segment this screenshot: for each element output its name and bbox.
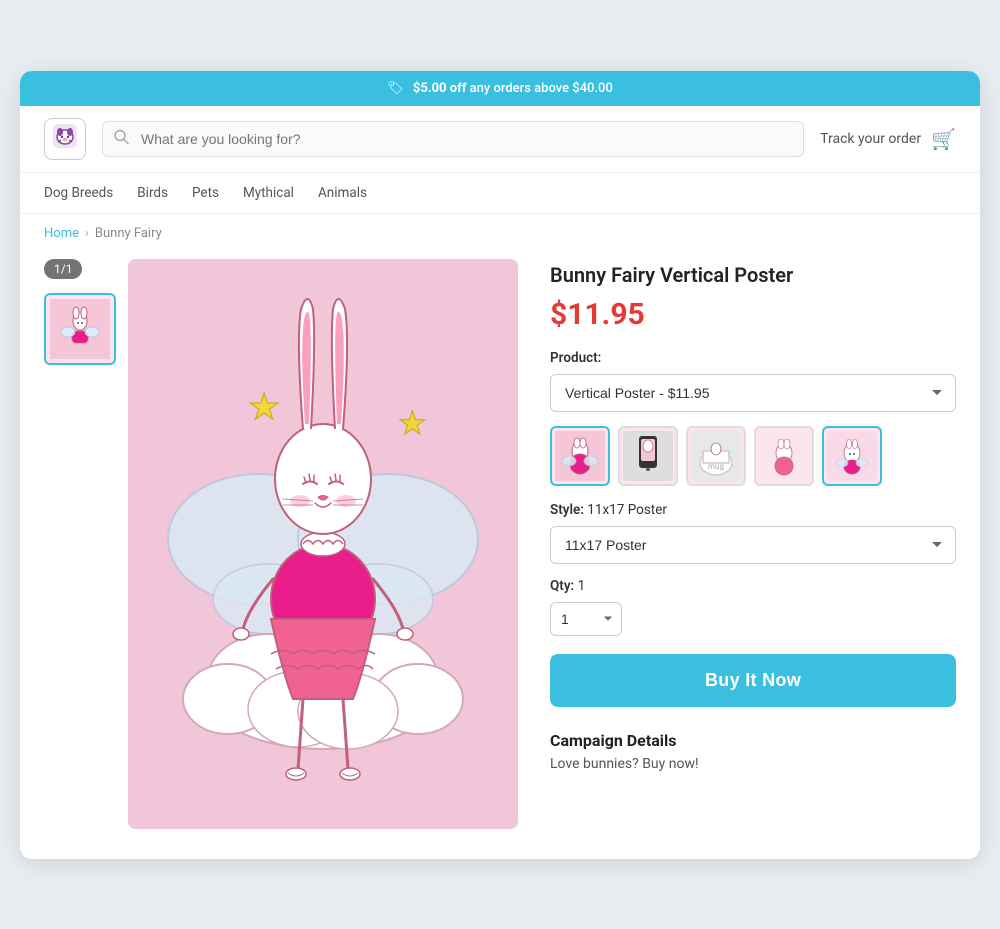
- main-image-wrap: ★ ★: [128, 259, 518, 829]
- product-title: Bunny Fairy Vertical Poster: [550, 263, 956, 287]
- campaign-description: Love bunnies? Buy now!: [550, 756, 956, 772]
- discount-amount: $5.00 off: [413, 81, 466, 96]
- image-counter: 1/1: [44, 259, 82, 279]
- search-container: [102, 121, 804, 157]
- buy-now-button[interactable]: Buy It Now: [550, 654, 956, 707]
- svg-text:★: ★: [398, 404, 427, 442]
- variant-thumb-image-2: mug: [688, 428, 744, 484]
- page-wrapper: 🏷 $5.00 off any orders above $40.00: [20, 71, 980, 859]
- left-column: 1/1: [44, 259, 518, 829]
- variant-thumb-0[interactable]: [550, 426, 610, 486]
- variant-thumb-1[interactable]: [618, 426, 678, 486]
- qty-display-value: 1: [578, 578, 586, 594]
- breadcrumb-home[interactable]: Home: [44, 226, 79, 241]
- breadcrumb: Home › Bunny Fairy: [20, 214, 980, 249]
- qty-label: Qty: 1: [550, 578, 956, 594]
- product-variant-thumbnails: mug: [550, 426, 956, 486]
- style-select[interactable]: 11x17 Poster 8x10 Poster 12x16 Poster: [550, 526, 956, 564]
- header: Track your order 🛒: [20, 106, 980, 173]
- style-value: 11x17 Poster: [587, 502, 667, 518]
- track-order-link[interactable]: Track your order: [820, 131, 921, 147]
- logo-icon: [51, 122, 79, 156]
- nav-item-pets[interactable]: Pets: [192, 183, 219, 203]
- top-banner: 🏷 $5.00 off any orders above $40.00: [20, 71, 980, 106]
- breadcrumb-separator: ›: [85, 226, 89, 241]
- nav-item-birds[interactable]: Birds: [137, 183, 168, 203]
- variant-thumb-image-3: [756, 428, 812, 484]
- style-label: Style: 11x17 Poster: [550, 502, 956, 518]
- product-price: $11.95: [550, 297, 956, 332]
- variant-thumb-4[interactable]: [822, 426, 882, 486]
- discount-icon: 🏷: [387, 81, 404, 96]
- banner-text: any orders above $40.00: [470, 81, 613, 96]
- main-thumbnail[interactable]: [44, 293, 116, 365]
- variant-thumb-image-4: [824, 428, 880, 484]
- right-column: Bunny Fairy Vertical Poster $11.95 Produ…: [550, 259, 956, 829]
- variant-thumb-2[interactable]: mug: [686, 426, 746, 486]
- thumbnail-image: [46, 295, 114, 363]
- variant-thumb-3[interactable]: [754, 426, 814, 486]
- main-content: 1/1: [20, 249, 980, 859]
- svg-text:mug: mug: [708, 462, 724, 471]
- qty-select[interactable]: 1 2 3 4 5: [550, 602, 622, 636]
- thumbnail-column: 1/1: [44, 259, 116, 829]
- header-right: Track your order 🛒: [820, 127, 956, 151]
- product-type-select[interactable]: Vertical Poster - $11.95 Phone Case - $1…: [550, 374, 956, 412]
- variant-thumb-image-0: [552, 428, 608, 484]
- campaign-title: Campaign Details: [550, 731, 956, 750]
- navigation: Dog Breeds Birds Pets Mythical Animals: [20, 173, 980, 214]
- svg-text:★: ★: [248, 386, 280, 428]
- nav-item-mythical[interactable]: Mythical: [243, 183, 294, 203]
- variant-thumb-image-1: [620, 428, 676, 484]
- search-icon: [114, 129, 129, 148]
- nav-item-animals[interactable]: Animals: [318, 183, 367, 203]
- search-input[interactable]: [102, 121, 804, 157]
- cart-icon[interactable]: 🛒: [931, 127, 956, 151]
- main-product-image: ★ ★: [128, 259, 518, 829]
- product-label: Product:: [550, 350, 956, 366]
- logo[interactable]: [44, 118, 86, 160]
- nav-item-dog-breeds[interactable]: Dog Breeds: [44, 183, 113, 203]
- breadcrumb-current: Bunny Fairy: [95, 226, 162, 241]
